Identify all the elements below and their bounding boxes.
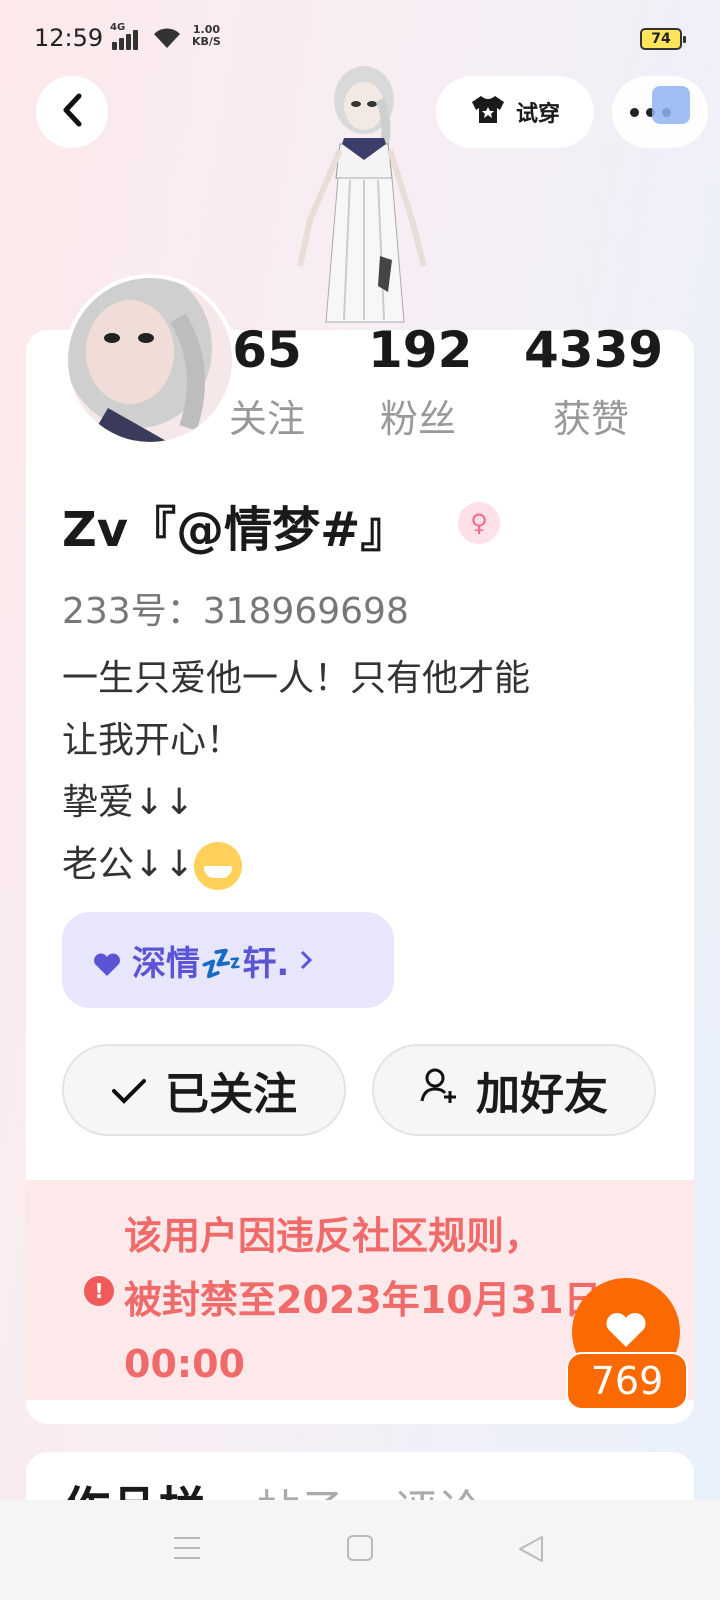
followed-label: 已关注 [165,1069,297,1120]
like-count: 769 [566,1352,688,1410]
bio-line: 让我开心！ [62,720,243,761]
relation-label: 深情💤轩. [132,943,290,984]
back-nav-icon[interactable] [516,1534,546,1568]
bio-line: 一生只爱他一人！只有他才能 [62,658,531,699]
user-id[interactable]: 233号：318969698 [62,582,409,634]
net-speed-unit: KB/S [192,35,221,48]
menu-icon[interactable] [172,1534,202,1566]
chevron-right-icon [299,940,313,980]
followed-button[interactable]: 已关注 [62,1044,346,1136]
check-icon [111,1065,147,1116]
stat-likes-value: 4339 [524,321,664,379]
username: Zv『@情梦#』 [62,502,409,558]
stat-likes-label: 获赞 [552,397,629,441]
character-figure[interactable] [280,60,440,332]
avatar[interactable] [64,274,236,446]
stat-following-label: 关注 [228,397,305,441]
clock: 12:59 [34,24,104,52]
ban-line: 被封禁至2023年10月31日 [124,1278,602,1322]
bio-line-emoji-row: 老公↓↓ [62,834,642,896]
stat-fans[interactable]: 192 粉丝 [368,321,473,443]
back-arrow-icon [61,93,83,131]
add-user-icon [420,1065,458,1116]
female-icon: ♀ [458,502,500,544]
stat-fans-label: 粉丝 [379,397,456,441]
add-friend-button[interactable]: 加好友 [372,1044,656,1136]
tryon-button[interactable]: 试穿 [436,76,594,148]
stat-likes[interactable]: 4339 获赞 [524,321,664,443]
tshirt-icon [470,94,506,130]
net-speed: 1.00 KB/S [192,24,221,48]
stat-fans-value: 192 [368,321,473,379]
grin-emoji-icon [194,842,243,890]
tryon-label: 试穿 [515,102,560,127]
heart-icon [92,947,122,976]
floating-stats-icon[interactable] [652,86,690,124]
battery-icon: 74 [640,28,686,50]
back-button[interactable] [36,76,108,148]
alert-icon: ! [84,1276,114,1306]
add-friend-label: 加好友 [476,1069,608,1120]
home-icon[interactable] [346,1534,374,1566]
stat-following[interactable]: 65 关注 [222,322,312,443]
ban-notice-text: 该用户因违反社区规则， 被封禁至2023年10月31日 00:00 [124,1204,624,1396]
ban-line: 00:00 [124,1342,245,1386]
avatar-image [68,278,232,442]
signal-icon [112,30,142,50]
wifi-icon [152,26,182,54]
bio-line: 老公↓↓ [62,844,195,885]
ban-line: 该用户因违反社区规则， [124,1214,543,1258]
relation-chip[interactable]: 深情💤轩. [62,912,394,1008]
system-nav-bar [0,1500,720,1600]
bio-line: 挚爱↓↓ [62,782,195,823]
heart-icon [604,1310,648,1354]
bio: 一生只爱他一人！只有他才能 让我开心！ 挚爱↓↓ 老公↓↓ [62,648,642,896]
more-dot [630,107,639,117]
